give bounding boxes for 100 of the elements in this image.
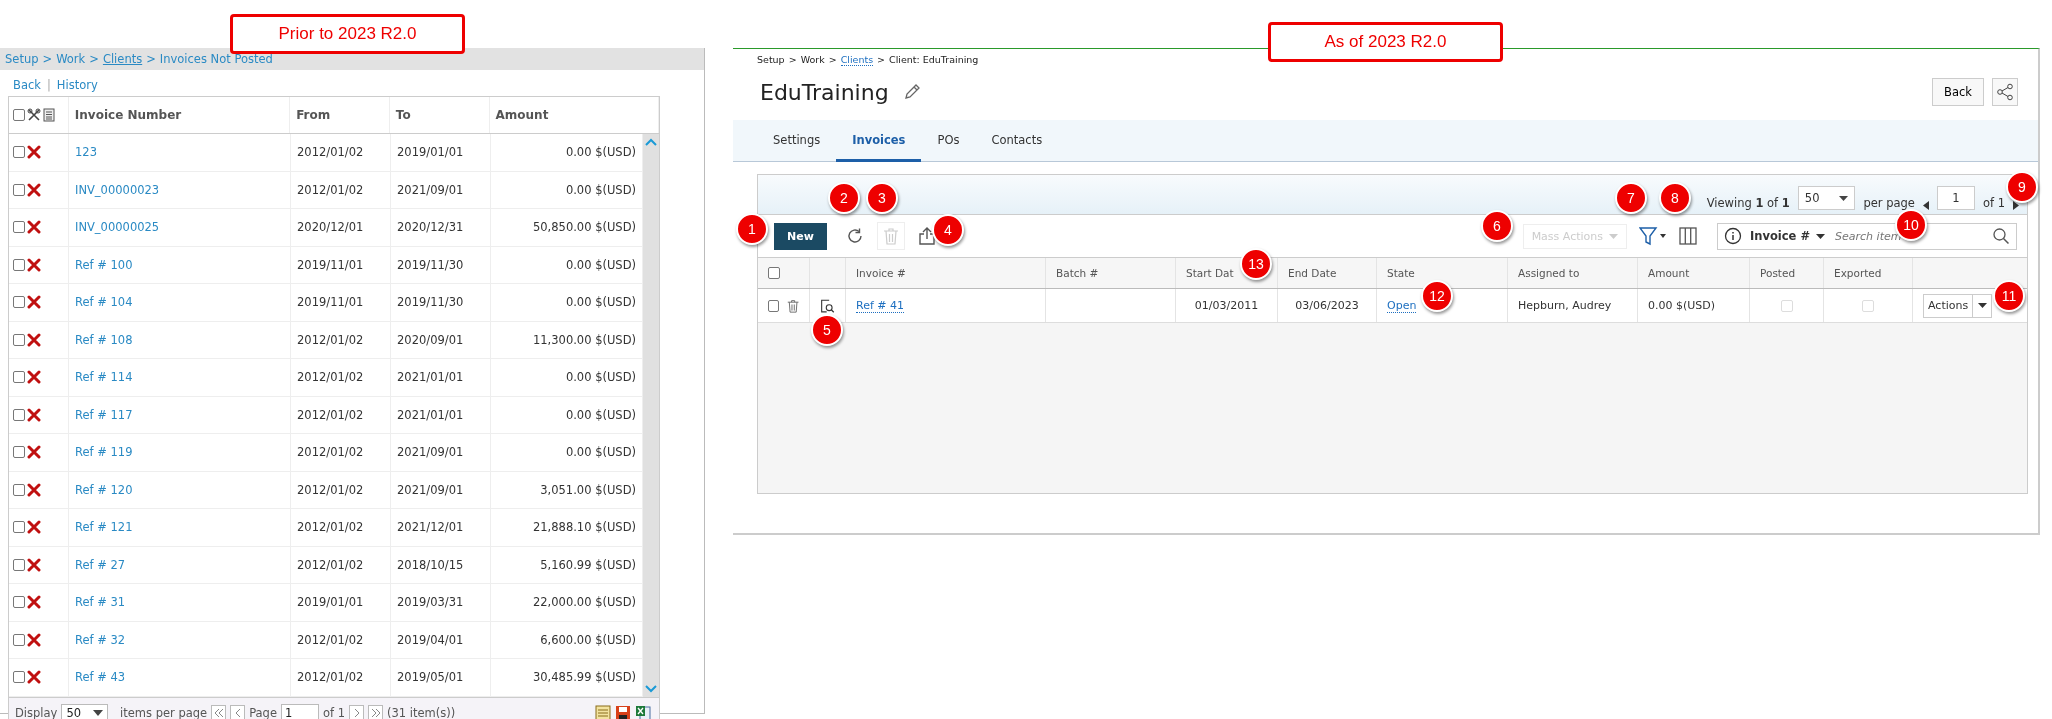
invoice-link[interactable]: Ref # 41 (856, 298, 904, 313)
delete-icon[interactable] (27, 370, 41, 385)
search-icon[interactable] (1992, 227, 2010, 245)
invoice-link[interactable]: Ref # 32 (75, 632, 126, 647)
row-checkbox[interactable] (13, 371, 25, 384)
pencil-icon[interactable] (902, 83, 921, 101)
breadcrumb-link[interactable]: Setup (757, 54, 785, 66)
invoice-link[interactable]: Ref # 27 (75, 557, 126, 572)
scissors-icon[interactable] (27, 108, 41, 122)
page-input[interactable]: 1 (1936, 186, 1975, 210)
share-button[interactable] (1992, 78, 2018, 106)
column-header[interactable]: Assigned to (1508, 258, 1638, 288)
delete-icon[interactable] (27, 482, 41, 497)
row-checkbox[interactable] (13, 596, 25, 609)
invoice-link[interactable]: INV_00000025 (75, 220, 160, 235)
invoice-link[interactable]: Ref # 43 (75, 670, 126, 685)
column-header[interactable]: Batch # (1046, 258, 1176, 288)
row-checkbox[interactable] (13, 258, 25, 271)
trash-icon[interactable] (786, 297, 799, 314)
delete-icon[interactable] (27, 257, 41, 272)
row-checkbox[interactable] (13, 333, 25, 346)
column-header[interactable]: To (389, 97, 490, 133)
row-checkbox[interactable] (13, 671, 25, 684)
tab[interactable]: Contacts (975, 120, 1059, 162)
next-page-button[interactable] (349, 705, 365, 719)
row-checkbox[interactable] (13, 183, 25, 196)
row-checkbox[interactable] (768, 299, 779, 312)
column-header[interactable]: Invoice # (846, 258, 1046, 288)
row-checkbox[interactable] (13, 483, 25, 496)
invoice-link[interactable]: Ref # 100 (75, 257, 133, 272)
export-icon[interactable] (916, 226, 937, 246)
delete-icon[interactable] (27, 520, 41, 535)
nav-link[interactable]: History (56, 78, 98, 92)
back-button[interactable]: Back (1932, 78, 1984, 106)
delete-icon[interactable] (27, 445, 41, 460)
exported-checkbox[interactable] (1862, 299, 1874, 312)
column-header[interactable]: Invoice Number (68, 97, 291, 133)
save-icon[interactable] (615, 704, 631, 719)
breadcrumb-link[interactable]: Client: EduTraining (889, 54, 979, 66)
previous-page-button[interactable] (230, 705, 246, 719)
invoice-link[interactable]: Ref # 121 (75, 520, 133, 535)
select-all-checkbox[interactable] (768, 267, 780, 279)
delete-icon[interactable] (27, 670, 41, 685)
delete-icon[interactable] (27, 557, 41, 572)
first-page-button[interactable] (211, 705, 227, 719)
invoice-link[interactable]: Ref # 31 (75, 595, 126, 610)
row-checkbox[interactable] (13, 146, 25, 159)
delete-icon[interactable] (27, 595, 41, 610)
column-header[interactable]: Exported (1824, 258, 1913, 288)
row-checkbox[interactable] (13, 558, 25, 571)
row-checkbox[interactable] (13, 521, 25, 534)
invoice-link[interactable]: 123 (75, 145, 97, 160)
list-icon[interactable] (43, 108, 55, 122)
column-header[interactable]: Amount (489, 97, 659, 133)
select-all-checkbox[interactable] (13, 109, 25, 121)
tab[interactable]: POs (921, 120, 976, 162)
invoice-link[interactable]: Ref # 120 (75, 482, 133, 497)
columns-icon[interactable] (1679, 226, 1697, 246)
column-header[interactable]: From (290, 97, 390, 133)
tab[interactable]: Settings (757, 120, 837, 162)
filter-icon[interactable] (1639, 226, 1667, 246)
delete-icon[interactable] (27, 295, 41, 310)
delete-icon[interactable] (27, 407, 41, 422)
nav-link[interactable]: Back (13, 78, 41, 92)
actions-dropdown[interactable]: Actions (1923, 293, 1993, 318)
tab[interactable]: Invoices (836, 120, 922, 162)
last-page-button[interactable] (368, 705, 384, 719)
invoice-link[interactable]: Ref # 119 (75, 445, 133, 460)
row-checkbox[interactable] (13, 408, 25, 421)
previous-page-icon[interactable] (1922, 201, 1929, 210)
info-icon[interactable] (1724, 227, 1742, 245)
invoice-link[interactable]: Ref # 117 (75, 407, 133, 422)
column-header[interactable]: End Date (1278, 258, 1377, 288)
row-checkbox[interactable] (13, 221, 25, 234)
spreadsheet-icon[interactable] (635, 704, 651, 719)
delete-icon[interactable] (27, 220, 41, 235)
delete-icon[interactable] (27, 332, 41, 347)
breadcrumb-link[interactable]: Work (800, 54, 825, 66)
per-page-dropdown[interactable]: 50 (61, 703, 109, 719)
invoice-link[interactable]: Ref # 114 (75, 370, 133, 385)
column-header[interactable]: Amount (1638, 258, 1750, 288)
link-separator: | (46, 78, 51, 92)
row-checkbox[interactable] (13, 296, 25, 309)
new-button[interactable]: New (774, 222, 827, 250)
invoice-link[interactable]: INV_00000023 (75, 182, 160, 197)
row-checkbox[interactable] (13, 446, 25, 459)
row-checkbox[interactable] (13, 633, 25, 646)
page-input[interactable]: 1 (281, 703, 319, 719)
invoice-link[interactable]: Ref # 104 (75, 295, 133, 310)
delete-icon[interactable] (27, 182, 41, 197)
next-page-icon[interactable] (2013, 201, 2019, 210)
state-link[interactable]: Open (1387, 298, 1417, 313)
delete-icon[interactable] (27, 145, 41, 160)
posted-checkbox[interactable] (1780, 299, 1793, 312)
search-field-dropdown[interactable]: Invoice # (1750, 229, 1826, 243)
column-header[interactable]: Posted (1750, 258, 1824, 288)
per-page-dropdown[interactable]: 50 (1797, 186, 1856, 210)
breadcrumb-link[interactable]: Clients (840, 54, 874, 66)
invoice-link[interactable]: Ref # 108 (75, 332, 133, 347)
delete-icon[interactable] (27, 632, 41, 647)
